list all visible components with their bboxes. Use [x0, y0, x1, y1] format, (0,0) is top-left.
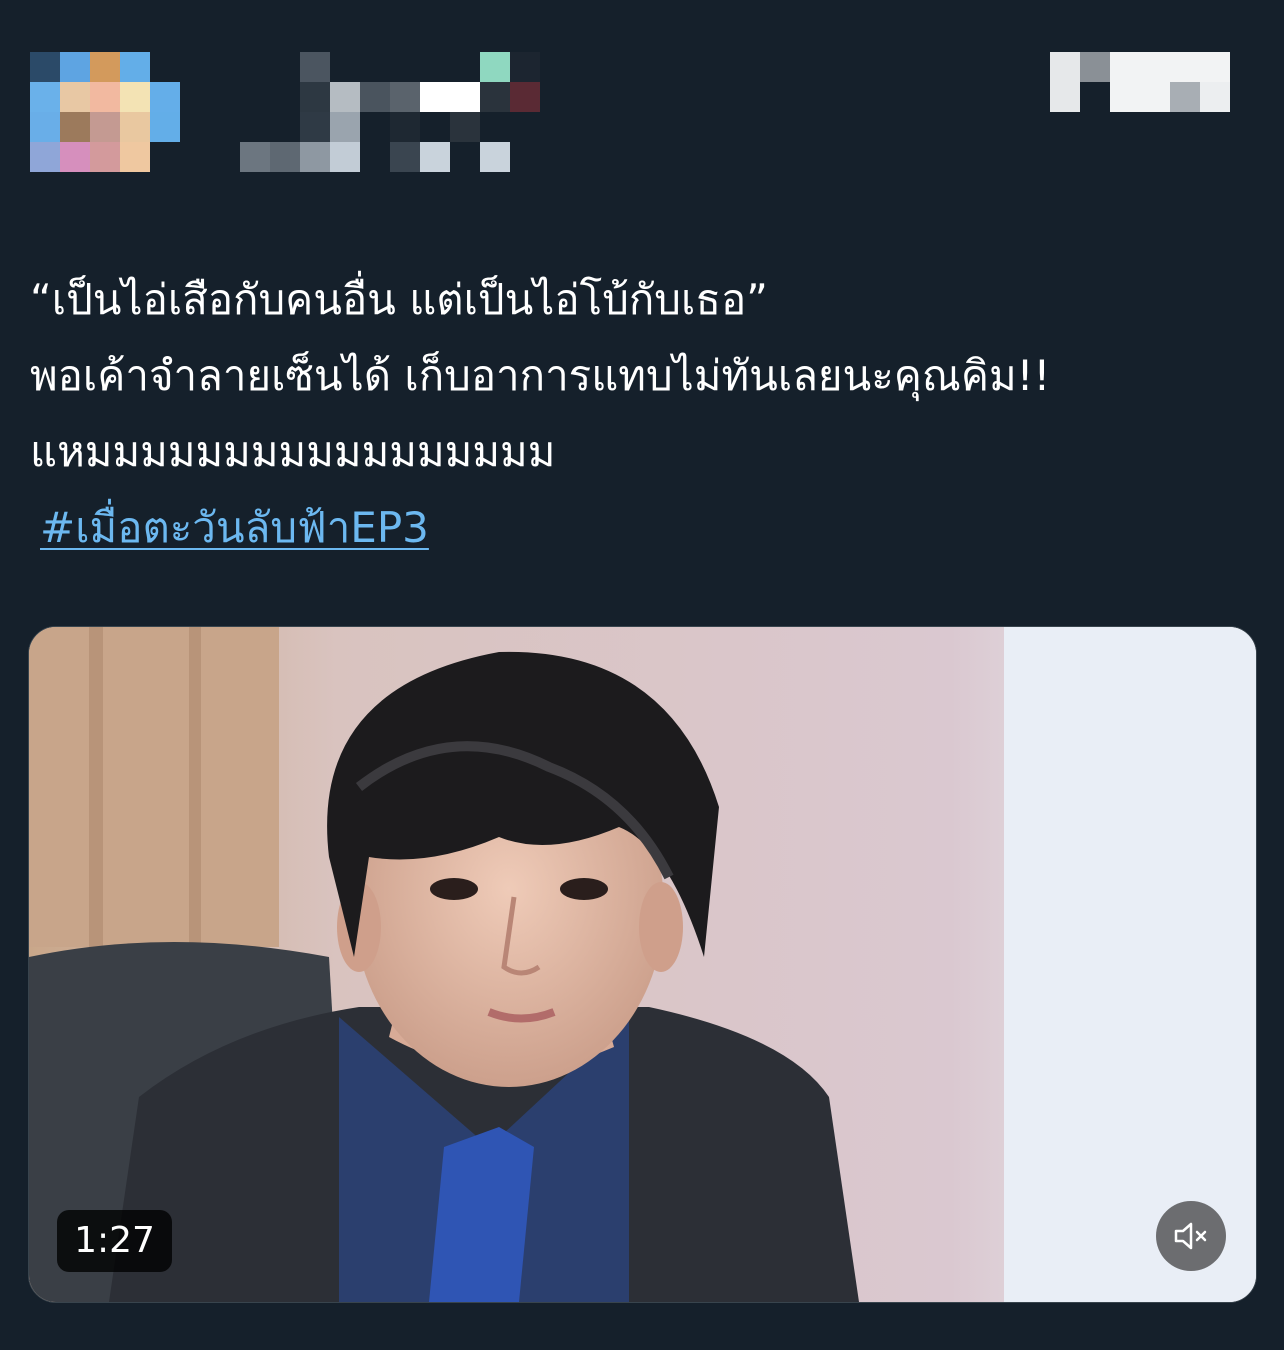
- channel-logo: 3 HD: [1109, 1295, 1229, 1302]
- author-name[interactable]: [240, 52, 540, 172]
- tweet-text: “เป็นไอ่เสือกับคนอื่น แต่เป็นไอ่โบ้กับเธ…: [30, 262, 1260, 566]
- video-player[interactable]: 3 HD: [28, 626, 1257, 1303]
- tweet-page: “เป็นไอ่เสือกับคนอื่น แต่เป็นไอ่โบ้กับเธ…: [0, 0, 1284, 1350]
- video-frame: [29, 627, 1256, 1302]
- hashtag-link[interactable]: #เมื่อตะวันลับฟ้าEP3: [40, 490, 429, 566]
- mute-button[interactable]: [1156, 1201, 1226, 1271]
- tweet-line: แหมมมมมมมมมมมมมมมมม: [30, 427, 556, 476]
- follow-button[interactable]: [1050, 52, 1230, 112]
- tweet-line-hashtag: #เมื่อตะวันลับฟ้าEP3: [30, 490, 1260, 566]
- speaker-muted-icon: [1174, 1222, 1207, 1250]
- avatar[interactable]: [30, 52, 180, 172]
- tweet-line: พอเค้าจำลายเซ็นได้ เก็บอาการแทบไม่ทันเลย…: [30, 351, 1051, 400]
- tweet-line: “เป็นไอ่เสือกับคนอื่น แต่เป็นไอ่โบ้กับเธ…: [30, 275, 768, 324]
- video-duration: 1:27: [57, 1210, 172, 1272]
